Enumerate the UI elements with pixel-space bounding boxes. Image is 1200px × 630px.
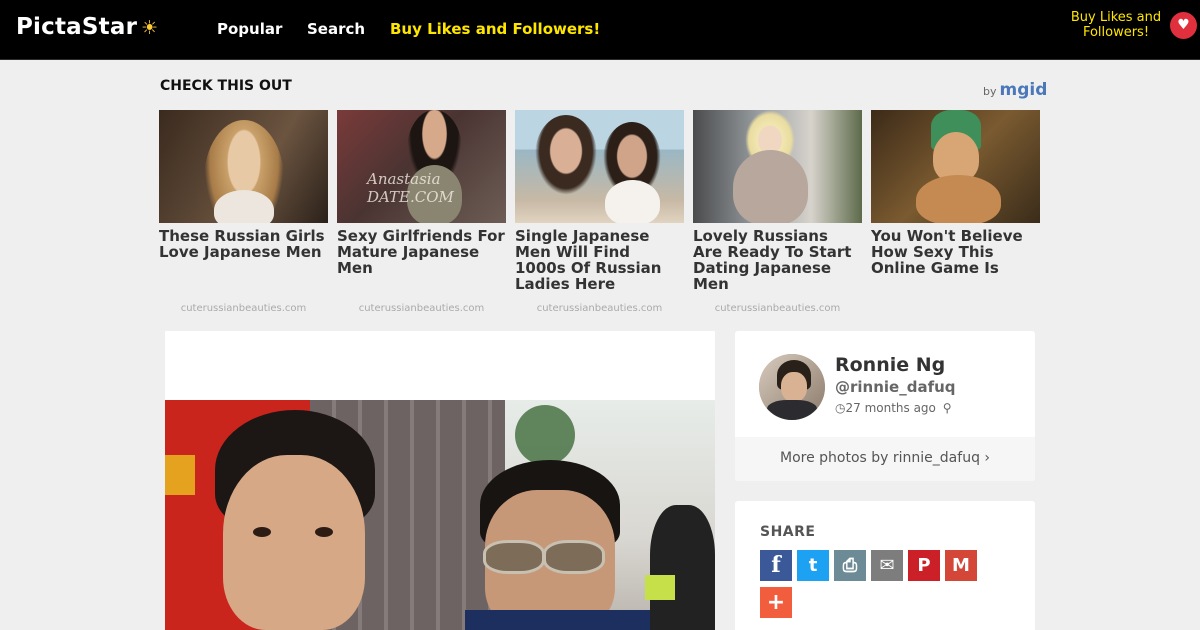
share-title: SHARE — [760, 524, 816, 540]
ads-provider-by: by — [983, 85, 997, 98]
location-icon[interactable]: ⚲ — [943, 401, 952, 415]
ad-headline-3[interactable]: Single Japanese Men Will Find 1000s Of R… — [515, 228, 684, 292]
mgid-logo: mgid — [999, 80, 1048, 100]
ad-source-4[interactable]: cuterussianbeauties.com — [693, 303, 862, 314]
ad-image-3[interactable] — [515, 110, 684, 223]
ad-card-1[interactable]: These Russian Girls Love Japanese Men — [159, 110, 328, 260]
facebook-share-button[interactable]: f — [760, 550, 792, 581]
ad-headline-2[interactable]: Sexy Girlfriends For Mature Japanese Men — [337, 228, 506, 276]
site-logo[interactable]: PictaStar ☀ — [16, 14, 158, 40]
buy-likes-link[interactable]: Buy Likes and Followers! — [1066, 10, 1166, 40]
twitter-icon: t — [808, 555, 818, 576]
ad-card-4[interactable]: Lovely Russians Are Ready To Start Datin… — [693, 110, 862, 292]
post-meta: ◷27 months ago ⚲ — [835, 401, 952, 415]
post-photo[interactable] — [165, 400, 715, 630]
ad-card-3[interactable]: Single Japanese Men Will Find 1000s Of R… — [515, 110, 684, 292]
photo-card — [165, 331, 715, 630]
nav-popular[interactable]: Popular — [217, 20, 282, 38]
ad-card-5[interactable]: You Won't Believe How Sexy This Online G… — [871, 110, 1040, 276]
top-navbar: PictaStar ☀ Popular Search Buy Likes and … — [0, 0, 1200, 60]
logo-text[interactable]: PictaStar — [16, 14, 137, 40]
print-share-button[interactable]: ⎙ — [834, 550, 866, 581]
ad-source-2[interactable]: cuterussianbeauties.com — [337, 303, 506, 314]
post-time: 27 months ago — [845, 401, 936, 415]
email-share-button[interactable]: ✉ — [871, 550, 903, 581]
ads-title: CHECK THIS OUT — [160, 78, 292, 94]
gmail-icon: M — [952, 555, 970, 576]
ad-image-5[interactable] — [871, 110, 1040, 223]
ad-headline-5[interactable]: You Won't Believe How Sexy This Online G… — [871, 228, 1040, 276]
buy-likes-line1: Buy Likes and — [1070, 10, 1162, 25]
profile-card: Ronnie Ng @rinnie_dafuq ◷27 months ago ⚲… — [735, 331, 1035, 481]
more-photos-link[interactable]: More photos by rinnie_dafuq › — [735, 437, 1035, 481]
facebook-icon: f — [771, 552, 781, 578]
more-share-button[interactable]: + — [760, 587, 792, 618]
ad-image-1[interactable] — [159, 110, 328, 223]
ad-source-3[interactable]: cuterussianbeauties.com — [515, 303, 684, 314]
ad-image-4[interactable] — [693, 110, 862, 223]
profile-username[interactable]: @rinnie_dafuq — [835, 378, 956, 396]
plus-icon: + — [766, 590, 786, 615]
pinterest-icon: P — [917, 555, 931, 576]
clock-icon: ◷ — [835, 401, 846, 415]
pinterest-share-button[interactable]: P — [908, 550, 940, 581]
sun-icon: ☀ — [141, 17, 159, 39]
ad-headline-4[interactable]: Lovely Russians Are Ready To Start Datin… — [693, 228, 862, 292]
heart-icon[interactable]: ♥ — [1170, 12, 1197, 39]
email-icon: ✉ — [879, 555, 895, 576]
ad-watermark: Anastasia DATE.COM — [367, 170, 454, 206]
ads-provider[interactable]: by mgid — [983, 80, 1047, 100]
profile-name[interactable]: Ronnie Ng — [835, 354, 945, 376]
gmail-share-button[interactable]: M — [945, 550, 977, 581]
twitter-share-button[interactable]: t — [797, 550, 829, 581]
ad-card-2[interactable]: Anastasia DATE.COM Sexy Girlfriends For … — [337, 110, 506, 276]
ad-headline-1[interactable]: These Russian Girls Love Japanese Men — [159, 228, 328, 260]
avatar[interactable] — [759, 354, 825, 420]
nav-buy-likes[interactable]: Buy Likes and Followers! — [390, 20, 600, 38]
print-icon: ⎙ — [842, 555, 858, 576]
share-card: SHARE f t ⎙ ✉ P M + — [735, 501, 1035, 630]
buy-likes-line2: Followers! — [1082, 25, 1150, 40]
nav-search[interactable]: Search — [307, 20, 365, 38]
ad-image-2[interactable]: Anastasia DATE.COM — [337, 110, 506, 223]
ad-source-1[interactable]: cuterussianbeauties.com — [159, 303, 328, 314]
